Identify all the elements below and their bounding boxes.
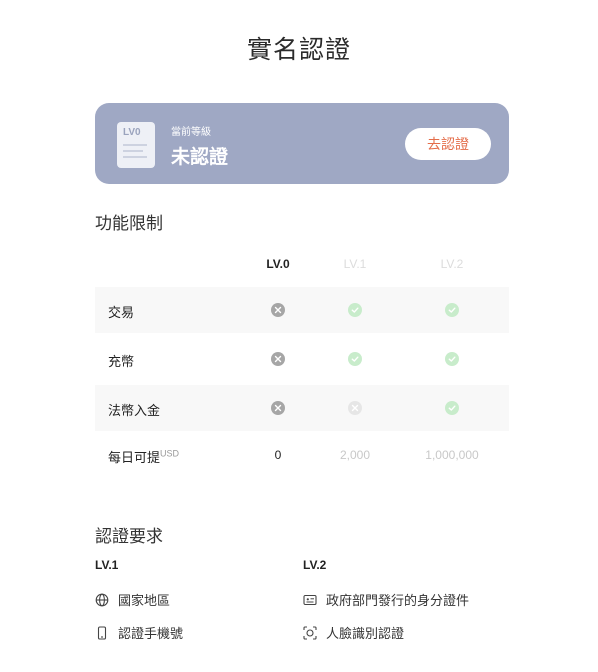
cross-icon <box>271 303 285 317</box>
table-row-fiat-deposit: 法幣入金 <box>95 385 509 431</box>
level-badge-icon: LV0 <box>117 122 155 168</box>
requirement-text: 人臉識別認證 <box>326 626 405 641</box>
column-header-lv2: LV.2 <box>440 257 464 271</box>
limit-value-lv0: 0 <box>274 448 282 462</box>
row-label: 法幣入金 <box>108 403 161 418</box>
table-row-daily-withdrawal: 每日可提USD 0 2,000 1,000,000 <box>95 432 509 478</box>
check-icon <box>445 352 459 366</box>
requirement-item-id-document: 政府部門發行的身分證件 <box>303 590 469 609</box>
row-label: 充幣 <box>108 354 135 369</box>
unit-label: USD <box>160 448 180 459</box>
check-icon <box>445 303 459 317</box>
requirement-text: 認證手機號 <box>118 626 184 641</box>
requirement-text: 政府部門發行的身分證件 <box>326 593 470 608</box>
table-row-trade: 交易 <box>95 287 509 333</box>
check-icon <box>348 303 362 317</box>
requirement-text: 國家地區 <box>118 593 171 608</box>
go-verify-button[interactable]: 去認證 <box>405 128 491 160</box>
row-label: 每日可提USD <box>108 448 180 465</box>
check-icon <box>445 401 459 415</box>
level-badge-text: LV0 <box>123 127 141 138</box>
page-title: 實名認證 <box>246 36 351 64</box>
requirement-level-lv1: LV.1 <box>95 558 119 572</box>
phone-icon <box>95 625 109 640</box>
check-icon <box>348 352 362 366</box>
current-level-card: LV0 當前等級 未認證 去認證 <box>95 103 509 184</box>
requirement-item-country: 國家地區 <box>95 590 170 609</box>
column-header-lv1: LV.1 <box>343 257 367 271</box>
current-level-value: 未認證 <box>171 147 229 168</box>
requirements-section-title: 認證要求 <box>95 527 163 546</box>
limit-value-lv1: 2,000 <box>339 448 371 462</box>
table-row-deposit: 充幣 <box>95 336 509 382</box>
face-scan-icon <box>303 625 317 640</box>
row-label: 交易 <box>108 305 135 320</box>
limit-value-lv2: 1,000,000 <box>425 448 479 462</box>
id-card-icon <box>303 593 317 607</box>
column-header-lv0: LV.0 <box>266 257 290 271</box>
globe-icon <box>95 593 109 607</box>
requirement-level-lv2: LV.2 <box>303 558 327 572</box>
cross-icon <box>348 401 362 415</box>
requirement-item-phone: 認證手機號 <box>95 623 183 642</box>
limits-section-title: 功能限制 <box>95 214 163 233</box>
cross-icon <box>271 352 285 366</box>
requirement-item-face-recognition: 人臉識別認證 <box>303 623 404 642</box>
current-level-caption: 當前等級 <box>171 127 211 138</box>
cross-icon <box>271 401 285 415</box>
